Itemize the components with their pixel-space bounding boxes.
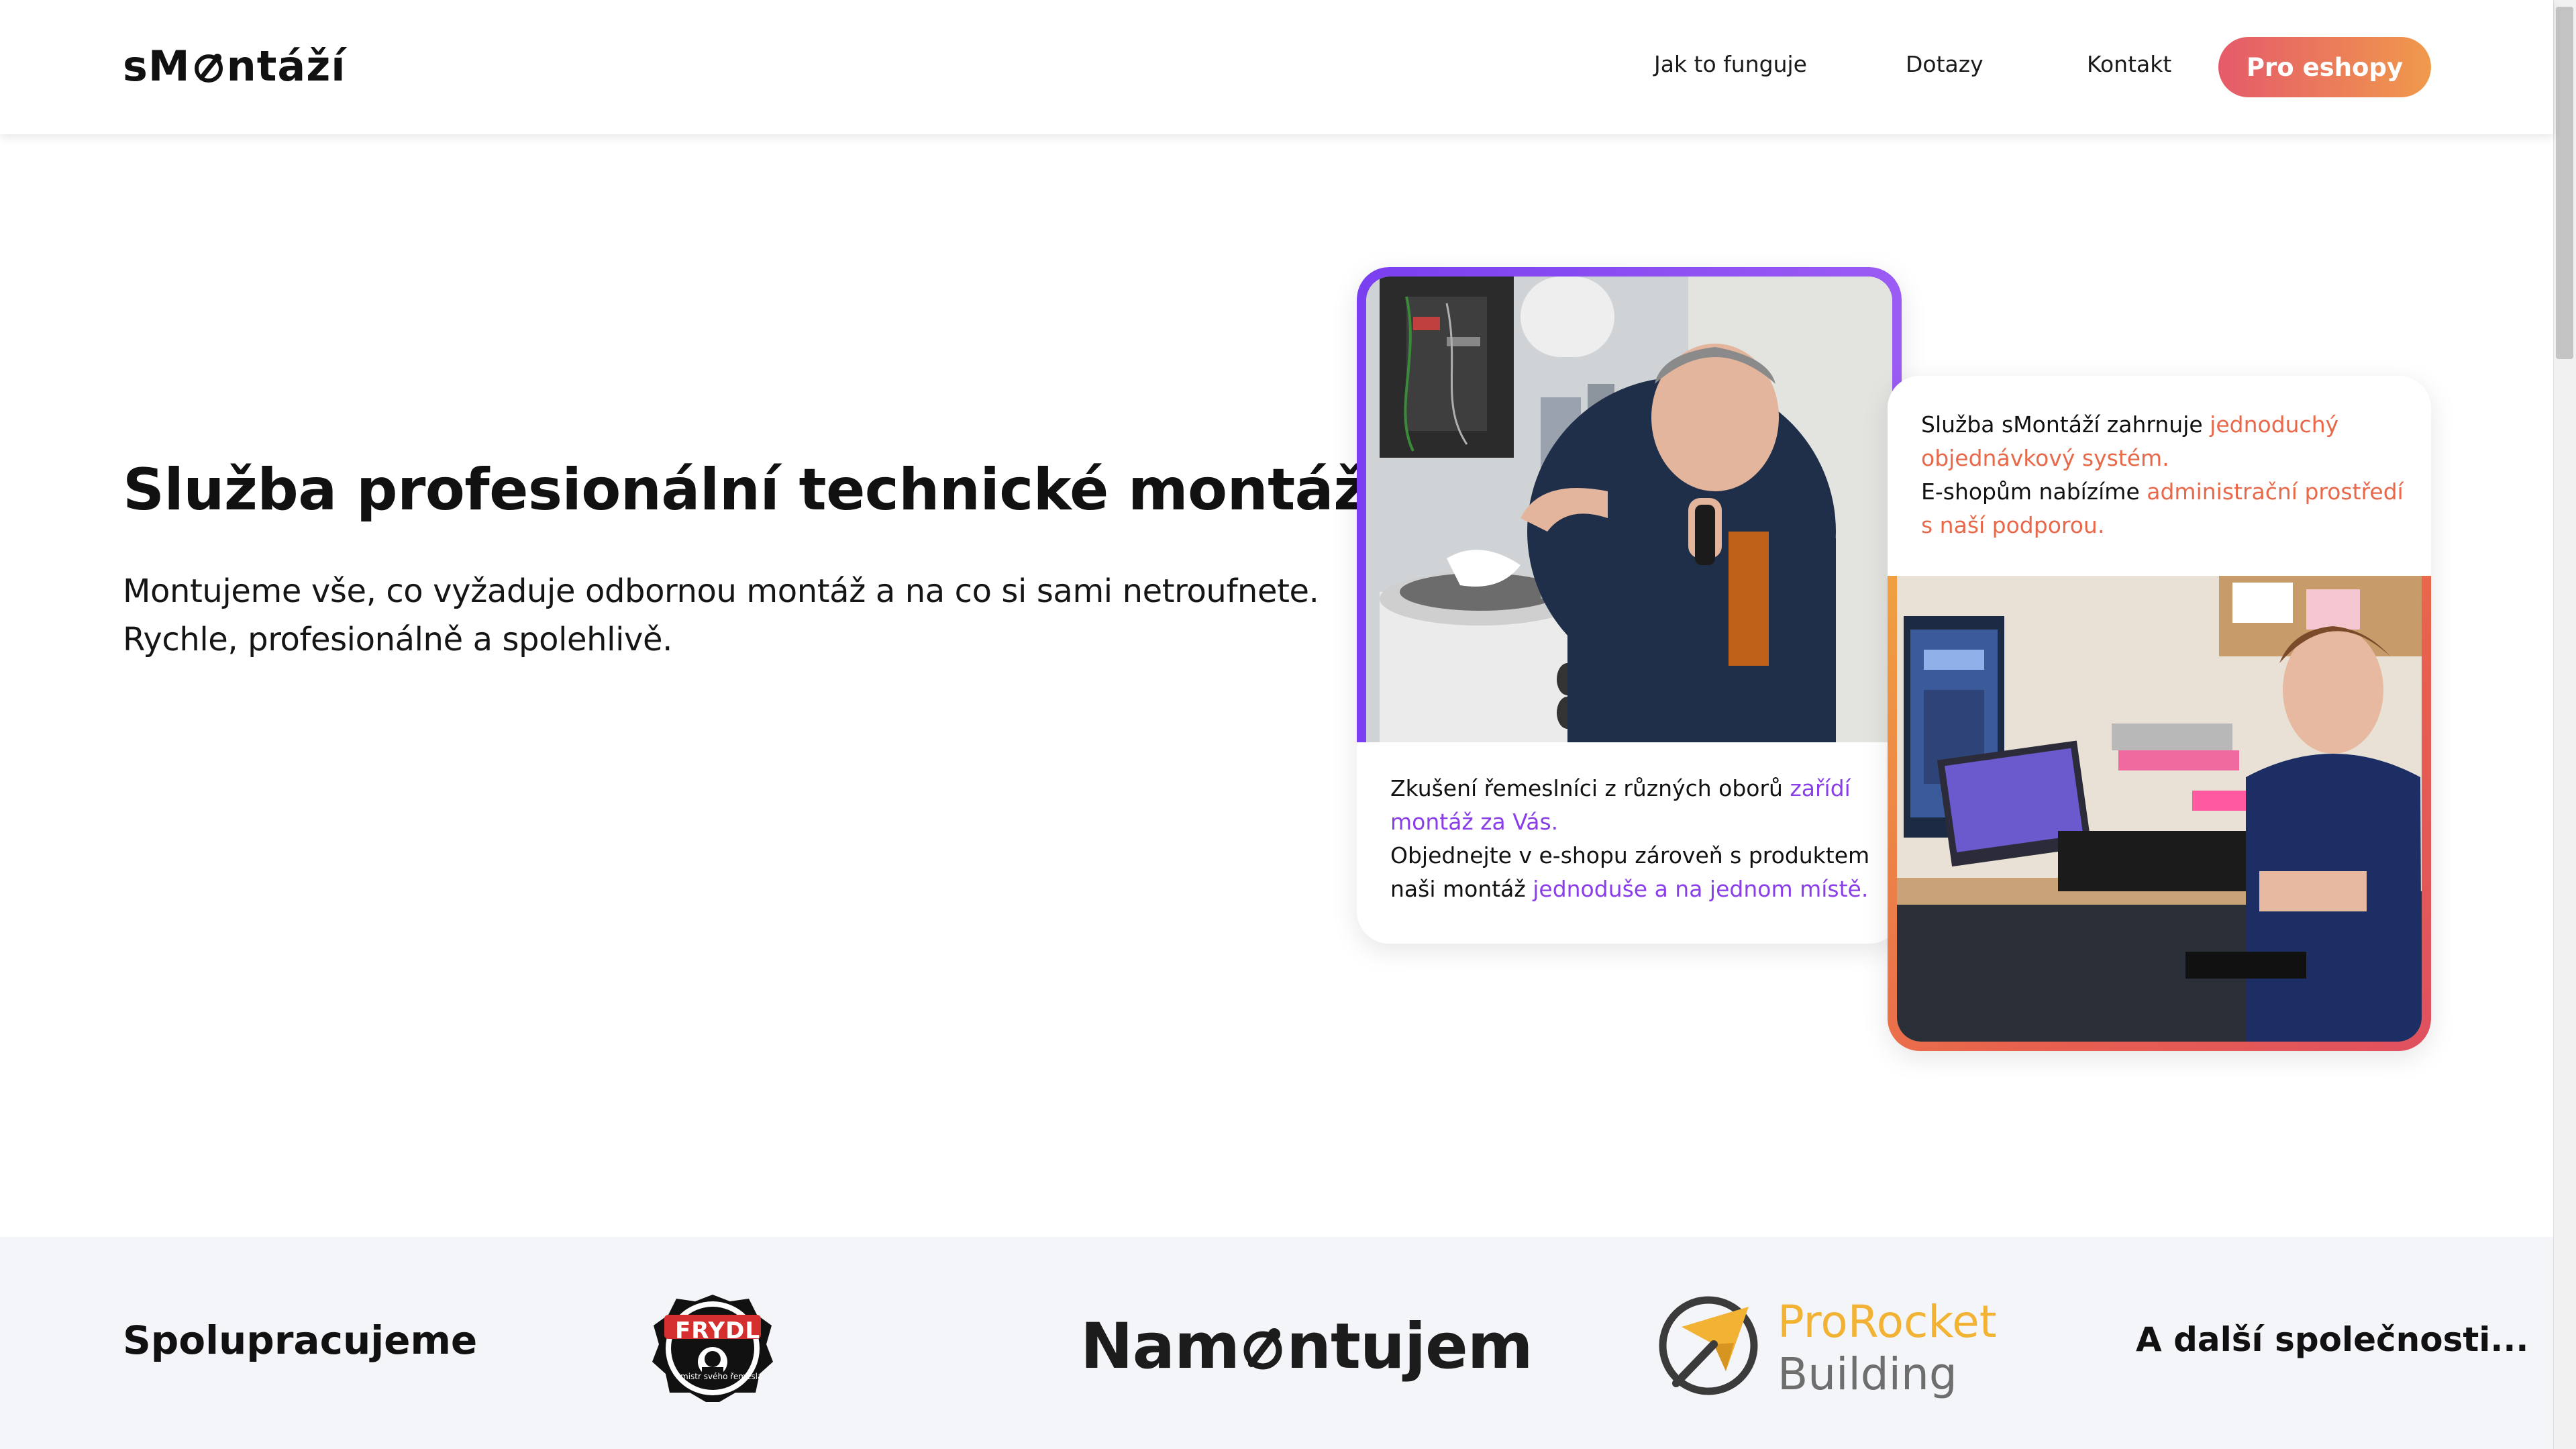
nav-how-it-works[interactable]: Jak to funguje — [1654, 51, 1807, 77]
prorocket-rocket-icon — [1659, 1296, 1758, 1395]
craftsman-photo-frame — [1357, 267, 1902, 742]
nav-contact[interactable]: Kontakt — [2087, 51, 2171, 77]
craftsman-text-1: Zkušení řemeslníci z různých oborů — [1390, 775, 1790, 801]
site-header: sM ntáží Jak to funguje Dotazy Kontakt P… — [0, 0, 2553, 134]
page: sM ntáží Jak to funguje Dotazy Kontakt P… — [0, 0, 2576, 1449]
hero-subtitle-line-1: Montujeme vše, co vyžaduje odbornou mont… — [123, 572, 1319, 610]
support-photo-frame — [1888, 576, 2431, 1051]
namontujem-wrench-icon — [1243, 1328, 1282, 1370]
support-card-text: Služba sMontáží zahrnuje jednoduchý obje… — [1921, 408, 2404, 542]
craftsman-text-2-accent: jednoduše a na jednom místě. — [1533, 876, 1869, 902]
craftsman-card: Zkušení řemeslníci z různých oborů zaříd… — [1357, 267, 1902, 944]
namontujem-text-start: Nam — [1080, 1309, 1240, 1383]
craftsman-photo — [1366, 277, 1892, 742]
partners-section: Spolupracujeme mistr svého řemesla FRYDL… — [0, 1237, 2553, 1449]
prorocket-line-1: ProRocket — [1778, 1296, 1997, 1348]
craftsman-photo-illustration — [1366, 277, 1892, 742]
logo-text-start: sM — [123, 41, 191, 91]
logo-text-end: ntáží — [226, 41, 346, 91]
hero-subtitle: Montujeme vše, co vyžaduje odbornou mont… — [123, 567, 1331, 664]
support-photo-illustration — [1897, 576, 2422, 1042]
namontujem-text-end: ntujem — [1286, 1309, 1533, 1383]
frydl-logo[interactable]: mistr svého řemesla FRYDL — [650, 1292, 776, 1403]
for-eshops-button[interactable]: Pro eshopy — [2218, 37, 2431, 97]
site-logo[interactable]: sM ntáží — [123, 39, 346, 93]
support-text-2: E-shopům nabízíme — [1921, 479, 2147, 505]
hero-title: Služba profesionální technické montáže — [123, 456, 1406, 523]
nav-faq[interactable]: Dotazy — [1906, 51, 1983, 77]
frydl-name: FRYDL — [675, 1317, 761, 1344]
hero-subtitle-line-2: Rychle, profesionálně a spolehlivě. — [123, 621, 673, 658]
frydl-badge-icon: mistr svého řemesla — [652, 1295, 773, 1402]
support-photo — [1897, 576, 2422, 1042]
prorocket-line-2: Building — [1778, 1348, 1957, 1400]
craftsman-card-text: Zkušení řemeslníci z různých oborů zaříd… — [1390, 772, 1873, 906]
support-card: Služba sMontáží zahrnuje jednoduchý obje… — [1888, 376, 2431, 1051]
partners-title: Spolupracujeme — [123, 1317, 478, 1363]
prorocket-logo[interactable]: ProRocket Building — [1656, 1291, 2005, 1405]
wrench-icon — [194, 54, 223, 83]
more-partners-link[interactable]: A další společnosti... — [2136, 1320, 2528, 1359]
scrollbar-thumb[interactable] — [2556, 7, 2573, 359]
namontujem-logo[interactable]: Nam ntujem — [1080, 1309, 1533, 1383]
support-text-1: Služba sMontáží zahrnuje — [1921, 411, 2210, 438]
frydl-tagline: mistr svého řemesla — [680, 1372, 762, 1381]
